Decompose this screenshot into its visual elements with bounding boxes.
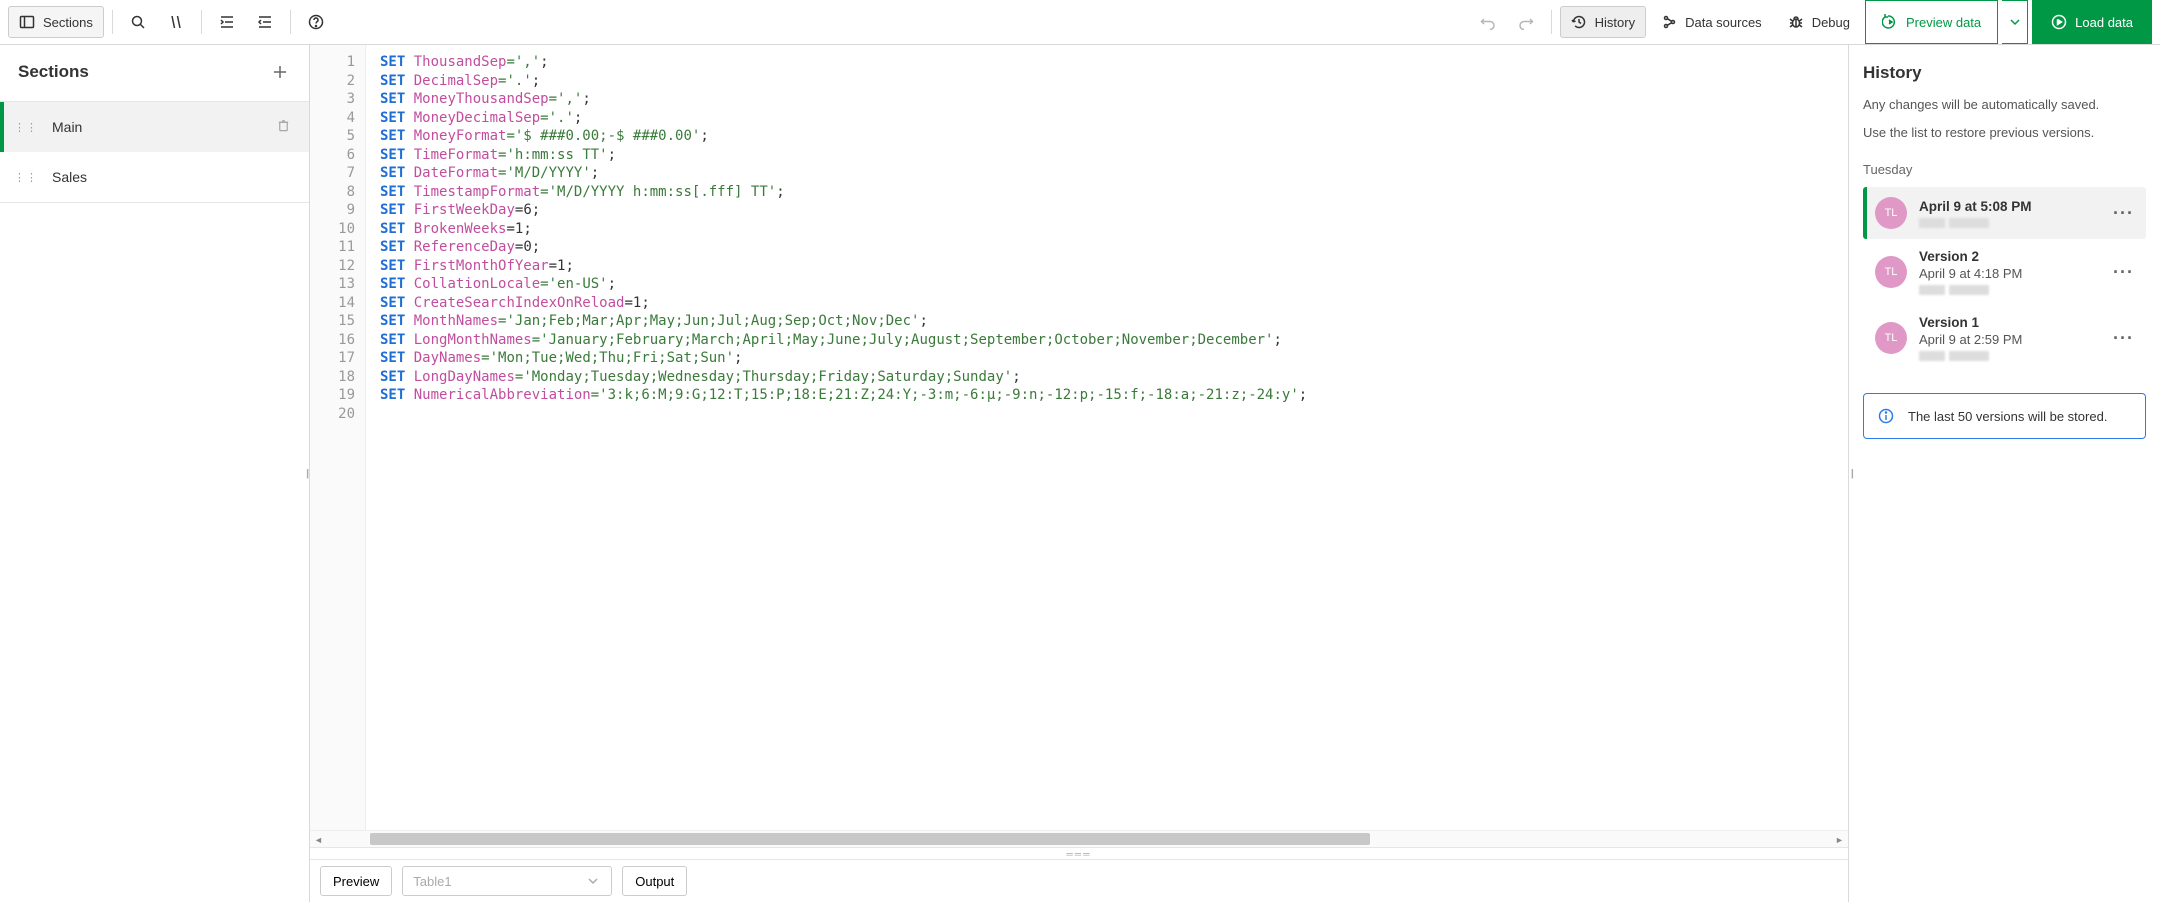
comment-icon [168,14,184,30]
table-select-placeholder: Table1 [413,874,451,889]
bottom-bar: Preview Table1 Output [310,859,1848,902]
undo-icon [1480,14,1496,30]
add-section-button[interactable] [269,61,291,83]
sections-toggle-button[interactable]: Sections [8,6,104,38]
section-item-main[interactable]: ⋮⋮ Main [0,102,309,152]
search-icon [130,14,146,30]
debug-label: Debug [1812,15,1850,30]
comment-toggle-button[interactable] [159,6,193,38]
help-button[interactable] [299,6,333,38]
history-item-user [1919,351,2097,361]
play-icon [2051,14,2067,30]
avatar: TL [1875,256,1907,288]
sections-toggle-label: Sections [43,15,93,30]
history-item-time: April 9 at 4:18 PM [1919,266,2097,281]
data-sources-button[interactable]: Data sources [1650,6,1773,38]
table-select[interactable]: Table1 [402,866,612,896]
section-label: Sales [52,169,291,185]
section-item-sales[interactable]: ⋮⋮ Sales [0,152,309,202]
history-info-box: The last 50 versions will be stored. [1863,393,2146,439]
history-desc-1: Any changes will be automatically saved. [1863,95,2146,115]
outdent-button[interactable] [248,6,282,38]
undo-button[interactable] [1471,6,1505,38]
preview-data-label: Preview data [1906,15,1981,30]
redo-button[interactable] [1509,6,1543,38]
debug-button[interactable]: Debug [1777,6,1861,38]
search-button[interactable] [121,6,155,38]
scroll-left-icon[interactable]: ◄ [310,831,327,848]
load-data-label: Load data [2075,15,2133,30]
history-icon [1571,14,1587,30]
preview-dropdown-button[interactable] [2002,0,2028,44]
separator [290,10,291,34]
history-desc-2: Use the list to restore previous version… [1863,123,2146,143]
redo-icon [1518,14,1534,30]
sections-sidebar: Sections ⋮⋮ Main ⋮⋮ Sales [0,45,310,902]
avatar: TL [1875,322,1907,354]
sidebar-title: Sections [18,62,89,82]
horizontal-scrollbar[interactable]: ◄ ► [310,830,1848,847]
outdent-icon [257,14,273,30]
chevron-down-icon [2007,14,2023,30]
line-gutter: 1234567891011121314151617181920 [310,45,366,830]
indent-button[interactable] [210,6,244,38]
history-item[interactable]: TL April 9 at 5:08 PM ··· [1863,187,2146,239]
drag-handle-icon[interactable]: ⋮⋮ [14,121,38,134]
code-area[interactable]: SET ThousandSep=',';SET DecimalSep='.';S… [366,45,1848,830]
more-button[interactable]: ··· [2109,328,2138,349]
plus-icon [272,64,288,80]
drag-handle-icon[interactable]: ⋮⋮ [14,171,38,184]
history-item-name: Version 2 [1919,249,2097,264]
history-day-label: Tuesday [1863,162,2146,177]
toolbar: Sections History Data sources [0,0,2160,45]
separator [112,10,113,34]
panel-left-icon [19,14,35,30]
scroll-right-icon[interactable]: ► [1831,831,1848,848]
bug-icon [1788,14,1804,30]
resize-handle[interactable]: ═══ [310,847,1848,859]
section-label: Main [52,119,262,135]
datasource-icon [1661,14,1677,30]
history-title: History [1863,63,2146,83]
data-sources-label: Data sources [1685,15,1762,30]
history-item-name: April 9 at 5:08 PM [1919,199,2097,214]
history-panel: History Any changes will be automaticall… [1848,45,2160,902]
history-item[interactable]: TL Version 2 April 9 at 4:18 PM ··· [1863,239,2146,305]
output-button[interactable]: Output [622,866,687,896]
indent-icon [219,14,235,30]
help-icon [308,14,324,30]
history-info-text: The last 50 versions will be stored. [1908,409,2107,424]
splitter-left-icon[interactable]: || [306,468,307,479]
load-data-button[interactable]: Load data [2032,0,2152,44]
history-button[interactable]: History [1560,6,1646,38]
separator [201,10,202,34]
splitter-right-icon[interactable]: || [1851,468,1852,479]
separator [1551,10,1552,34]
history-item-user [1919,218,2097,228]
preview-button[interactable]: Preview [320,866,392,896]
delete-icon[interactable] [276,118,291,136]
avatar: TL [1875,197,1907,229]
info-icon [1878,408,1894,424]
preview-data-button[interactable]: Preview data [1865,0,1998,44]
history-item[interactable]: TL Version 1 April 9 at 2:59 PM ··· [1863,305,2146,371]
history-item-time: April 9 at 2:59 PM [1919,332,2097,347]
more-button[interactable]: ··· [2109,203,2138,224]
more-button[interactable]: ··· [2109,262,2138,283]
preview-icon [1882,14,1898,30]
code-editor[interactable]: 1234567891011121314151617181920 SET Thou… [310,45,1848,830]
script-editor: || || 1234567891011121314151617181920 SE… [310,45,1848,902]
history-item-name: Version 1 [1919,315,2097,330]
scroll-thumb[interactable] [370,833,1370,845]
history-label: History [1595,15,1635,30]
chevron-down-icon [585,873,601,889]
history-item-user [1919,285,2097,295]
